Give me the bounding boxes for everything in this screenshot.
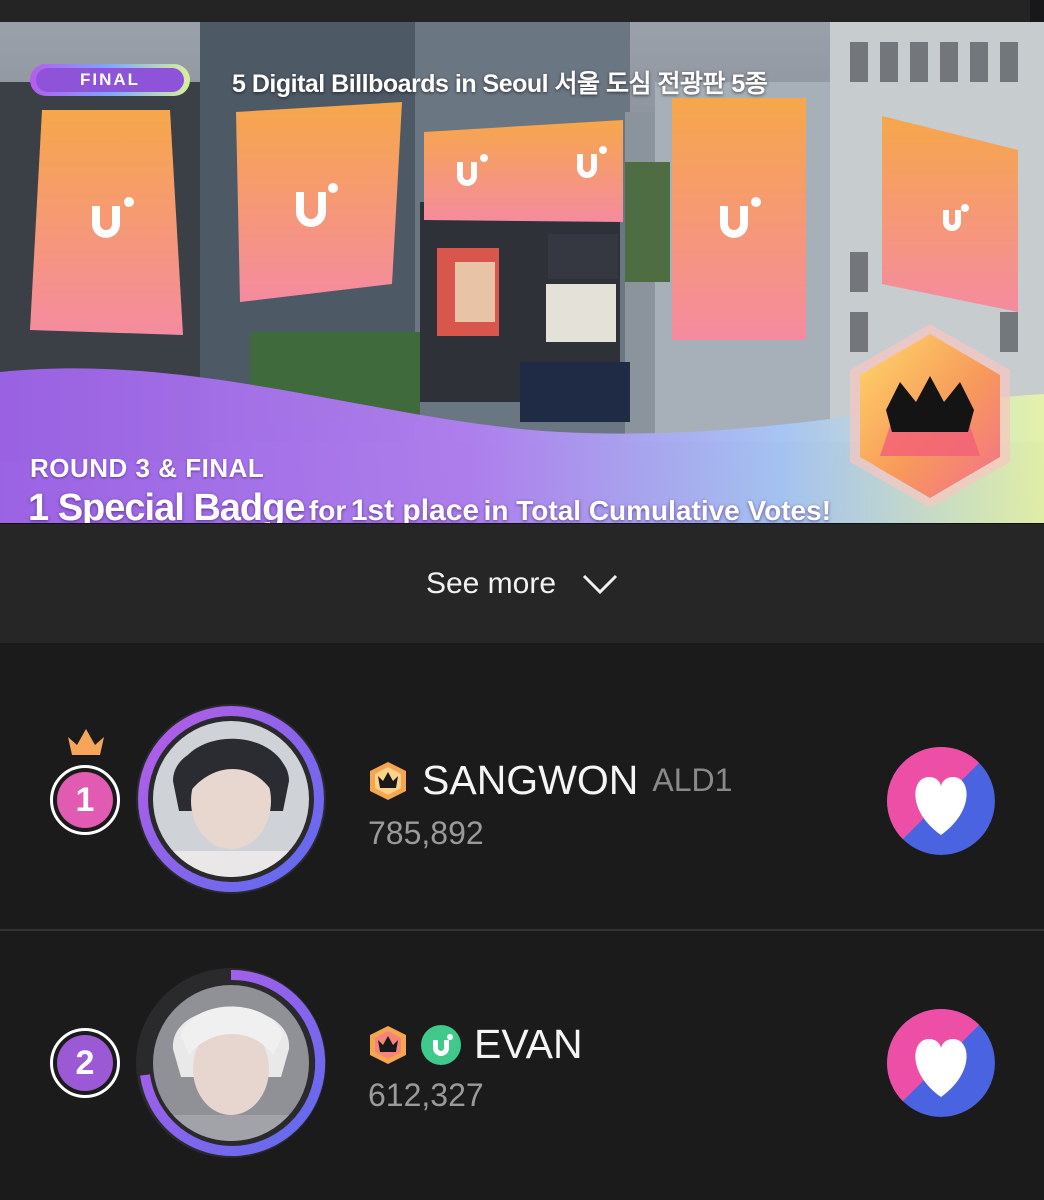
badge-for: for: [308, 495, 347, 523]
event-banner[interactable]: FINAL 5 Digital Billboards in Seoul 서울 도…: [0, 22, 1044, 523]
vote-count: 612,327: [368, 1077, 484, 1113]
rank-badge: 2: [50, 1028, 120, 1098]
vote-heart-button[interactable]: [887, 747, 995, 855]
see-more-button[interactable]: See more: [0, 523, 1044, 643]
banner-headline: 5 Digital Billboards in Seoul 서울 도심 전광판 …: [232, 70, 768, 98]
artist-name-line: SANGWON ALD1: [368, 757, 732, 804]
top-strip: [0, 0, 1044, 22]
app-root: FINAL 5 Digital Billboards in Seoul 서울 도…: [0, 0, 1044, 1200]
crown-badge-icon: [370, 761, 406, 800]
avatar-ring: [136, 968, 326, 1158]
artist-name-line: EVAN: [368, 1021, 583, 1068]
rank-number: 2: [57, 1035, 113, 1091]
crown-badge-icon: [370, 1025, 406, 1064]
crown-icon: [68, 729, 104, 755]
badge-title: 1 Special Badge: [28, 487, 305, 523]
app-logo-badge-icon: [421, 1024, 461, 1065]
final-tag-label: FINAL: [36, 68, 184, 92]
ranking-row[interactable]: 1 SANGWON ALD1 785,892: [0, 643, 1044, 931]
artist-name: SANGWON: [422, 757, 639, 803]
heart-icon: [887, 1009, 995, 1117]
vote-heart-button[interactable]: [887, 1009, 995, 1117]
avatar-photo: [153, 721, 309, 877]
rank-number: 1: [57, 772, 113, 828]
avatar-photo: [153, 985, 309, 1141]
avatar[interactable]: [133, 701, 329, 897]
vote-count: 785,892: [368, 815, 484, 851]
banner-round-label: ROUND 3 & FINAL: [30, 453, 265, 483]
ranking-list: 1 SANGWON ALD1 785,892 2 EVAN 612,327: [0, 643, 1044, 1200]
chevron-down-icon: [582, 574, 618, 594]
rank-badge: 1: [50, 765, 120, 835]
see-more-label: See more: [425, 566, 557, 600]
heart-icon: [887, 747, 995, 855]
artist-group: ALD1: [652, 762, 733, 798]
artist-name: EVAN: [474, 1021, 583, 1067]
avatar-ring: [136, 704, 326, 894]
banner-badge-line: 1 Special Badge for 1st place in Total C…: [28, 487, 831, 523]
final-tag: FINAL: [30, 64, 190, 96]
badge-place: 1st place: [350, 494, 480, 523]
avatar[interactable]: [133, 965, 329, 1161]
badge-description: in Total Cumulative Votes!: [483, 495, 832, 523]
ranking-row[interactable]: 2 EVAN 612,327: [0, 933, 1044, 1200]
